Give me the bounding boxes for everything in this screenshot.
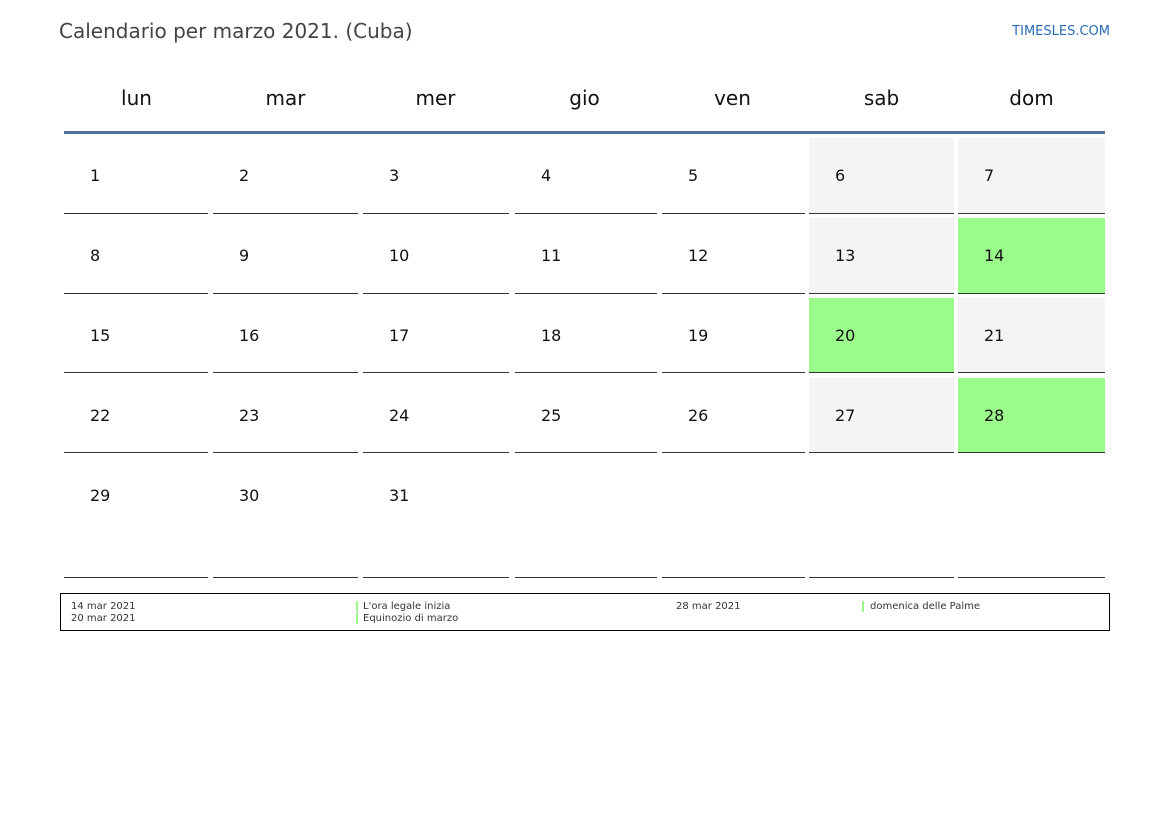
day-number: 11: [541, 246, 562, 265]
day-cell[interactable]: 1: [64, 138, 208, 214]
empty-day-cell: [958, 458, 1105, 578]
day-cell[interactable]: 8: [64, 218, 208, 294]
legend-event: domenica delle Palme: [870, 601, 981, 612]
day-cell[interactable]: 10: [363, 218, 509, 294]
day-cell[interactable]: 23: [213, 378, 358, 453]
day-number: 20: [835, 326, 856, 345]
day-cell[interactable]: 15: [64, 298, 208, 373]
day-cell[interactable]: 7: [958, 138, 1105, 214]
day-number: 16: [239, 326, 260, 345]
day-number: 12: [688, 246, 709, 265]
day-cell[interactable]: 20: [809, 298, 954, 373]
legend-date: 14 mar 2021: [71, 601, 136, 612]
day-number: 1: [90, 166, 101, 185]
day-number: 21: [984, 326, 1005, 345]
day-cell[interactable]: 22: [64, 378, 208, 453]
legend-box: 14 mar 2021 L'ora legale inizia 20 mar 2…: [60, 593, 1110, 631]
day-number: 8: [90, 246, 101, 265]
day-cell[interactable]: 6: [809, 138, 954, 214]
day-cell[interactable]: 21: [958, 298, 1105, 373]
legend-color-marker: [356, 613, 358, 624]
day-cell[interactable]: 17: [363, 298, 509, 373]
day-cell[interactable]: 5: [662, 138, 805, 214]
legend-date: 20 mar 2021: [71, 613, 136, 624]
day-cell[interactable]: 30: [213, 458, 358, 578]
empty-day-cell: [515, 458, 657, 578]
legend-date: 28 mar 2021: [676, 601, 741, 612]
day-cell[interactable]: 11: [515, 218, 657, 294]
day-number: 5: [688, 166, 699, 185]
day-cell[interactable]: 25: [515, 378, 657, 453]
day-number: 24: [389, 406, 410, 425]
day-cell[interactable]: 4: [515, 138, 657, 214]
day-number: 28: [984, 406, 1005, 425]
day-cell[interactable]: 14: [958, 218, 1105, 294]
day-number: 19: [688, 326, 709, 345]
day-cell[interactable]: 2: [213, 138, 358, 214]
day-cell[interactable]: 12: [662, 218, 805, 294]
day-cell[interactable]: 27: [809, 378, 954, 453]
empty-day-cell: [809, 458, 954, 578]
day-number: 31: [389, 486, 410, 505]
day-cell[interactable]: 29: [64, 458, 208, 578]
legend-event: Equinozio di marzo: [363, 613, 459, 624]
day-number: 29: [90, 486, 111, 505]
day-number: 3: [389, 166, 400, 185]
day-number: 17: [389, 326, 410, 345]
day-number: 10: [389, 246, 410, 265]
empty-day-cell: [662, 458, 805, 578]
legend-event: L'ora legale inizia: [363, 601, 451, 612]
day-number: 14: [984, 246, 1005, 265]
day-number: 30: [239, 486, 260, 505]
day-number: 25: [541, 406, 562, 425]
day-number: 15: [90, 326, 111, 345]
legend-color-marker: [862, 601, 864, 612]
day-cell[interactable]: 18: [515, 298, 657, 373]
day-number: 4: [541, 166, 552, 185]
calendar-grid: 1 2 3 4 5 6 7 8 9 10 11 12 13 14 15 16 17 18 19 20 21 22 23 24 2…: [0, 0, 1169, 827]
day-cell[interactable]: 19: [662, 298, 805, 373]
day-cell[interactable]: 16: [213, 298, 358, 373]
day-cell[interactable]: 3: [363, 138, 509, 214]
day-number: 6: [835, 166, 846, 185]
day-cell[interactable]: 24: [363, 378, 509, 453]
day-number: 22: [90, 406, 111, 425]
day-number: 9: [239, 246, 250, 265]
day-number: 2: [239, 166, 250, 185]
day-number: 27: [835, 406, 856, 425]
day-number: 13: [835, 246, 856, 265]
day-number: 26: [688, 406, 709, 425]
day-cell[interactable]: 26: [662, 378, 805, 453]
day-cell[interactable]: 9: [213, 218, 358, 294]
day-cell[interactable]: 31: [363, 458, 509, 578]
day-number: 7: [984, 166, 995, 185]
legend-color-marker: [356, 601, 358, 612]
day-number: 23: [239, 406, 260, 425]
day-cell[interactable]: 28: [958, 378, 1105, 453]
day-number: 18: [541, 326, 562, 345]
day-cell[interactable]: 13: [809, 218, 954, 294]
